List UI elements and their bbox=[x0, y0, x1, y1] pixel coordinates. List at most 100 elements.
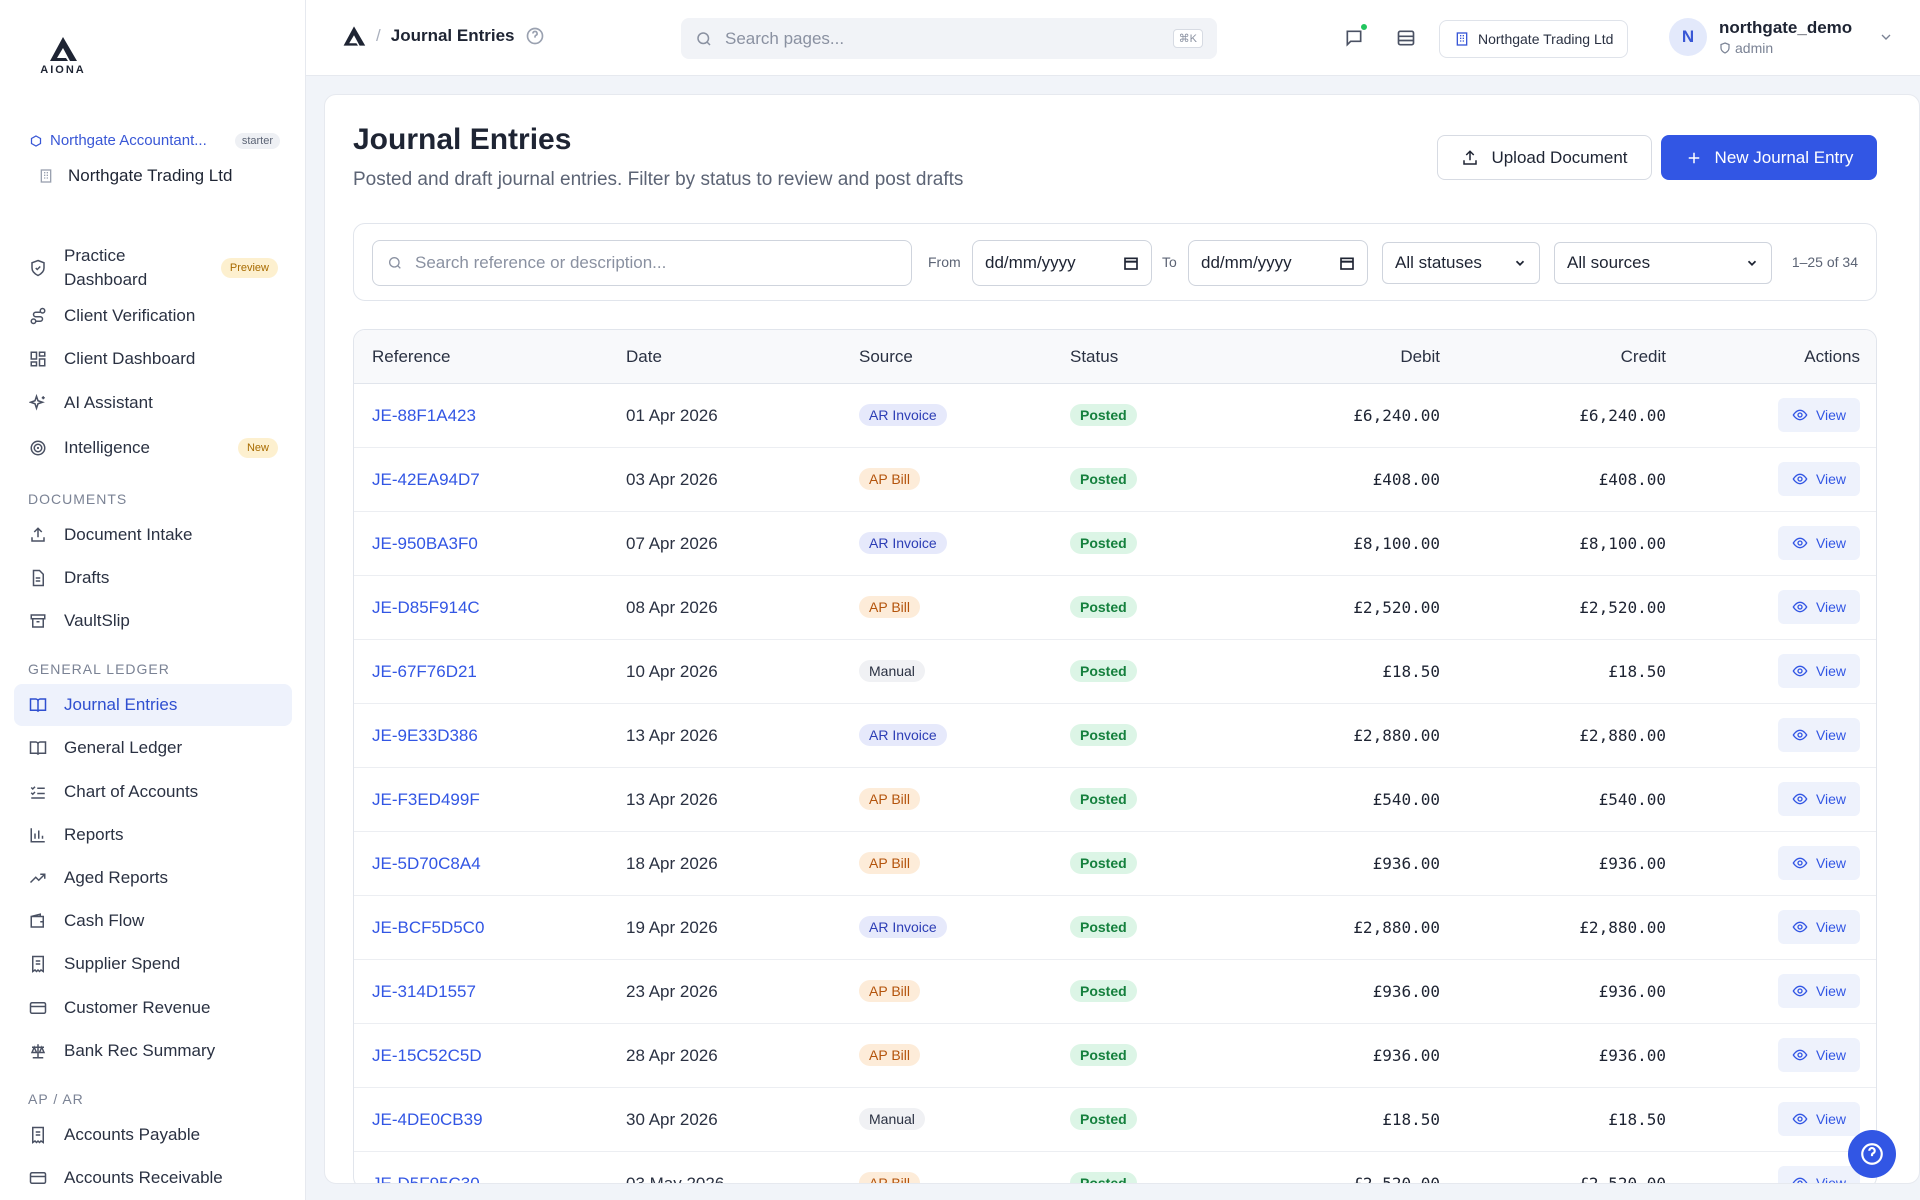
table-row[interactable]: JE-950BA3F0 07 Apr 2026 AR Invoice Posted £8… bbox=[354, 512, 1876, 576]
view-button[interactable]: View bbox=[1778, 782, 1860, 816]
from-date-input[interactable]: dd/mm/yyyy bbox=[972, 240, 1152, 286]
user-menu[interactable]: N northgate_demo admin bbox=[1669, 18, 1894, 56]
sidebar-item-document-intake[interactable]: Document Intake bbox=[14, 514, 292, 556]
view-label: View bbox=[1815, 1175, 1847, 1184]
messages-icon[interactable] bbox=[1342, 23, 1368, 50]
view-button[interactable]: View bbox=[1778, 398, 1860, 432]
column-credit[interactable]: Credit bbox=[1621, 347, 1666, 367]
sidebar-item-drafts[interactable]: Drafts bbox=[14, 557, 292, 599]
reference-link[interactable]: JE-4DE0CB39 bbox=[372, 1110, 483, 1130]
table-row[interactable]: JE-67F76D21 10 Apr 2026 Manual Posted £18.50… bbox=[354, 640, 1876, 704]
sidebar-item-intelligence[interactable]: Intelligence New bbox=[14, 427, 292, 469]
grid-icon bbox=[28, 349, 48, 369]
status-select[interactable]: All statuses bbox=[1382, 242, 1540, 284]
page-search-input[interactable]: Search pages... ⌘K bbox=[681, 18, 1217, 59]
sidebar-item-client-verification[interactable]: Client Verification bbox=[14, 295, 292, 337]
view-button[interactable]: View bbox=[1778, 974, 1860, 1008]
debit-amount: £408.00 bbox=[1372, 470, 1440, 489]
reference-link[interactable]: JE-67F76D21 bbox=[372, 662, 477, 682]
view-button[interactable]: View bbox=[1778, 910, 1860, 944]
reference-link[interactable]: JE-950BA3F0 bbox=[372, 534, 478, 554]
home-logo-icon[interactable] bbox=[342, 24, 366, 48]
view-button[interactable]: View bbox=[1778, 718, 1860, 752]
reference-link[interactable]: JE-5D70C8A4 bbox=[372, 854, 481, 874]
sidebar-item-accounts-receivable[interactable]: Accounts Receivable bbox=[14, 1157, 292, 1199]
route-icon bbox=[28, 306, 48, 326]
table-row[interactable]: JE-15C52C5D 28 Apr 2026 AP Bill Posted £936.… bbox=[354, 1024, 1876, 1088]
view-button[interactable]: View bbox=[1778, 1166, 1860, 1184]
source-select-value: All sources bbox=[1567, 253, 1651, 272]
table-row[interactable]: JE-4DE0CB39 30 Apr 2026 Manual Posted £18.50… bbox=[354, 1088, 1876, 1152]
table-row[interactable]: JE-D5F95C30 03 May 2026 AP Bill Posted £2,52… bbox=[354, 1152, 1876, 1184]
reference-link[interactable]: JE-BCF5D5C0 bbox=[372, 918, 484, 938]
view-button[interactable]: View bbox=[1778, 1102, 1860, 1136]
view-button[interactable]: View bbox=[1778, 1038, 1860, 1072]
layout-icon[interactable] bbox=[1394, 26, 1418, 50]
view-button[interactable]: View bbox=[1778, 654, 1860, 688]
client-selector[interactable]: Northgate Trading Ltd bbox=[38, 166, 232, 186]
org-selector[interactable]: Northgate Accountant... starter bbox=[30, 132, 280, 149]
reference-link[interactable]: JE-D5F95C30 bbox=[372, 1174, 480, 1183]
entry-date: 13 Apr 2026 bbox=[626, 790, 718, 809]
calendar-icon[interactable] bbox=[1339, 255, 1355, 271]
sidebar-item-accounts-payable[interactable]: Accounts Payable bbox=[14, 1114, 292, 1156]
reference-link[interactable]: JE-88F1A423 bbox=[372, 406, 476, 426]
column-debit[interactable]: Debit bbox=[1400, 347, 1440, 367]
view-button[interactable]: View bbox=[1778, 526, 1860, 560]
reference-link[interactable]: JE-9E33D386 bbox=[372, 726, 478, 746]
upload-icon bbox=[1463, 149, 1478, 165]
sidebar-item-label: Bank Rec Summary bbox=[64, 1041, 216, 1060]
table-row[interactable]: JE-5D70C8A4 18 Apr 2026 AP Bill Posted £936.… bbox=[354, 832, 1876, 896]
table-row[interactable]: JE-9E33D386 13 Apr 2026 AR Invoice Posted £2… bbox=[354, 704, 1876, 768]
shortcut-hint: ⌘K bbox=[1172, 29, 1203, 48]
upload-document-button[interactable]: Upload Document bbox=[1437, 135, 1652, 180]
new-journal-entry-button[interactable]: New Journal Entry bbox=[1661, 135, 1877, 180]
reference-link[interactable]: JE-D85F914C bbox=[372, 598, 480, 618]
sidebar-item-supplier-spend[interactable]: Supplier Spend bbox=[14, 943, 292, 985]
sidebar-item-journal-entries[interactable]: Journal Entries bbox=[14, 684, 292, 726]
table-row[interactable]: JE-F3ED499F 13 Apr 2026 AP Bill Posted £540.… bbox=[354, 768, 1876, 832]
organisation-switcher[interactable]: Northgate Trading Ltd bbox=[1439, 20, 1629, 58]
entry-date: 23 Apr 2026 bbox=[626, 982, 718, 1001]
view-button[interactable]: View bbox=[1778, 846, 1860, 880]
table-row[interactable]: JE-D85F914C 08 Apr 2026 AP Bill Posted £2,52… bbox=[354, 576, 1876, 640]
sidebar-item-ai-assistant[interactable]: AI Assistant bbox=[14, 382, 292, 424]
to-date-input[interactable]: dd/mm/yyyy bbox=[1188, 240, 1368, 286]
view-label: View bbox=[1815, 791, 1847, 807]
entry-date: 03 Apr 2026 bbox=[626, 470, 718, 489]
column-reference[interactable]: Reference bbox=[372, 347, 450, 367]
sparkles-icon bbox=[28, 393, 48, 413]
view-button[interactable]: View bbox=[1778, 462, 1860, 496]
sidebar-item-general-ledger[interactable]: General Ledger bbox=[14, 727, 292, 769]
reference-link[interactable]: JE-42EA94D7 bbox=[372, 470, 480, 490]
sidebar-item-aged-reports[interactable]: Aged Reports bbox=[14, 857, 292, 899]
column-date[interactable]: Date bbox=[626, 347, 662, 367]
sidebar-item-cash-flow[interactable]: Cash Flow bbox=[14, 900, 292, 942]
reference-link[interactable]: JE-F3ED499F bbox=[372, 790, 480, 810]
reference-link[interactable]: JE-314D1557 bbox=[372, 982, 476, 1002]
calendar-icon[interactable] bbox=[1123, 255, 1139, 271]
sidebar-item-vaultslip[interactable]: VaultSlip bbox=[14, 600, 292, 642]
reference-search-input[interactable]: Search reference or description... bbox=[372, 240, 912, 286]
help-circle-icon[interactable] bbox=[525, 26, 545, 46]
table-row[interactable]: JE-BCF5D5C0 19 Apr 2026 AR Invoice Posted £2… bbox=[354, 896, 1876, 960]
credit-amount: £2,520.00 bbox=[1579, 598, 1666, 617]
view-button[interactable]: View bbox=[1778, 590, 1860, 624]
reference-link[interactable]: JE-15C52C5D bbox=[372, 1046, 482, 1066]
search-placeholder: Search pages... bbox=[725, 28, 845, 48]
aiona-logo[interactable]: AIONA bbox=[40, 36, 86, 78]
sidebar-item-customer-revenue[interactable]: Customer Revenue bbox=[14, 987, 292, 1029]
table-row[interactable]: JE-314D1557 23 Apr 2026 AP Bill Posted £936.… bbox=[354, 960, 1876, 1024]
help-button[interactable] bbox=[1848, 1130, 1896, 1178]
table-row[interactable]: JE-88F1A423 01 Apr 2026 AR Invoice Posted £6… bbox=[354, 384, 1876, 448]
sidebar-item-reports[interactable]: Reports bbox=[14, 814, 292, 856]
sidebar-item-bank-rec-summary[interactable]: Bank Rec Summary bbox=[14, 1030, 292, 1072]
sidebar-item-chart-of-accounts[interactable]: Chart of Accounts bbox=[14, 771, 292, 813]
sidebar-item-practice-dashboard[interactable]: Practice Dashboard Preview bbox=[14, 240, 292, 296]
hexagon-icon bbox=[30, 134, 42, 147]
sidebar-item-client-dashboard[interactable]: Client Dashboard bbox=[14, 338, 292, 380]
source-select[interactable]: All sources bbox=[1554, 242, 1772, 284]
column-source[interactable]: Source bbox=[859, 347, 913, 367]
table-row[interactable]: JE-42EA94D7 03 Apr 2026 AP Bill Posted £408.… bbox=[354, 448, 1876, 512]
column-status[interactable]: Status bbox=[1070, 347, 1118, 367]
